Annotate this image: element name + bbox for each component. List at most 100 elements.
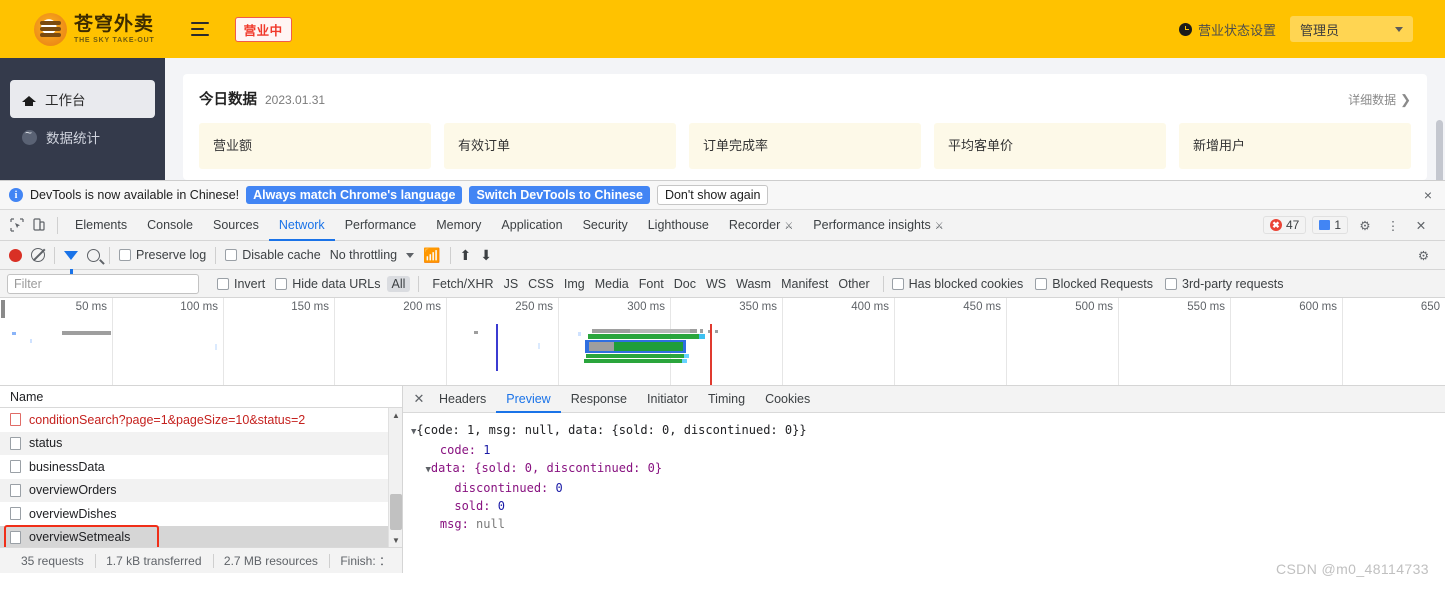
stat-avg-price: 平均客单价 bbox=[934, 123, 1166, 169]
close-devtools-icon[interactable]: ✕ bbox=[1410, 214, 1432, 236]
request-detail-panel: ✕ Headers Preview Response Initiator Tim… bbox=[403, 386, 1445, 573]
request-list-scrollbar[interactable]: ▲ ▼ bbox=[388, 408, 402, 547]
disable-cache-checkbox[interactable]: Disable cache bbox=[225, 248, 321, 262]
tab-timing[interactable]: Timing bbox=[698, 386, 755, 413]
app-body: 工作台 数据统计 今日数据 2023.01.31 详细数据 ❯ 营业额 bbox=[0, 58, 1445, 180]
devtools-tabbar: Elements Console Sources Network Perform… bbox=[0, 210, 1445, 241]
tab-sources[interactable]: Sources bbox=[203, 210, 269, 241]
filter-type-all[interactable]: All bbox=[386, 275, 411, 292]
network-overview-timeline[interactable]: 50 ms 100 ms 150 ms 200 ms 250 ms 300 ms… bbox=[0, 298, 1445, 386]
scrollbar-thumb[interactable] bbox=[390, 494, 402, 530]
infobar-close-icon[interactable]: × bbox=[1424, 187, 1436, 203]
export-har-icon[interactable]: ⬇ bbox=[480, 247, 492, 264]
disable-cache-label: Disable cache bbox=[242, 248, 321, 262]
filter-input[interactable] bbox=[7, 273, 199, 294]
request-rows: conditionSearch?page=1&pageSize=10&statu… bbox=[0, 408, 402, 547]
clear-icon[interactable] bbox=[31, 248, 45, 262]
tab-console[interactable]: Console bbox=[137, 210, 203, 241]
network-settings-gear-icon[interactable]: ⚙ bbox=[1414, 244, 1436, 266]
json-line-code: code: 1 bbox=[411, 441, 1445, 459]
table-row[interactable]: conditionSearch?page=1&pageSize=10&statu… bbox=[0, 408, 402, 432]
more-options-icon[interactable]: ⋮ bbox=[1382, 214, 1404, 236]
filter-type-other[interactable]: Other bbox=[833, 276, 874, 292]
clock-icon bbox=[1178, 22, 1192, 36]
search-icon[interactable] bbox=[87, 248, 100, 262]
inspect-element-icon[interactable] bbox=[6, 214, 28, 236]
tab-cookies[interactable]: Cookies bbox=[755, 386, 820, 413]
tab-application[interactable]: Application bbox=[491, 210, 572, 241]
network-conditions-icon[interactable]: 📶 bbox=[423, 247, 440, 264]
message-count-badge[interactable]: 1 bbox=[1312, 216, 1348, 234]
filter-type-fetch-xhr[interactable]: Fetch/XHR bbox=[427, 276, 498, 292]
filter-type-font[interactable]: Font bbox=[634, 276, 669, 292]
dont-show-again-button[interactable]: Don't show again bbox=[656, 185, 769, 205]
app-page-scrollbar[interactable] bbox=[1436, 120, 1443, 180]
detail-data-link[interactable]: 详细数据 ❯ bbox=[1348, 91, 1411, 108]
experiment-flask-icon: ⚔ bbox=[934, 220, 944, 232]
tab-performance[interactable]: Performance bbox=[335, 210, 427, 241]
sidebar-item-workbench[interactable]: 工作台 bbox=[10, 80, 155, 118]
switch-devtools-language-button[interactable]: Switch DevTools to Chinese bbox=[469, 186, 650, 204]
json-root-line[interactable]: ▼{code: 1, msg: null, data: {sold: 0, di… bbox=[411, 421, 1445, 441]
filter-type-media[interactable]: Media bbox=[590, 276, 634, 292]
tab-security[interactable]: Security bbox=[573, 210, 638, 241]
tab-initiator[interactable]: Initiator bbox=[637, 386, 698, 413]
table-row[interactable]: overviewOrders bbox=[0, 478, 402, 502]
tab-memory[interactable]: Memory bbox=[426, 210, 491, 241]
document-icon bbox=[10, 530, 21, 544]
invert-checkbox[interactable]: Invert bbox=[217, 277, 265, 291]
filter-type-css[interactable]: CSS bbox=[523, 276, 559, 292]
chevron-down-icon[interactable] bbox=[406, 252, 415, 258]
hide-data-urls-checkbox[interactable]: Hide data URLs bbox=[275, 277, 381, 291]
user-role-dropdown[interactable]: 管理员 bbox=[1290, 16, 1413, 42]
filter-type-img[interactable]: Img bbox=[559, 276, 590, 292]
json-root-summary: {code: 1, msg: null, data: {sold: 0, dis… bbox=[416, 423, 807, 437]
sidebar-item-statistics[interactable]: 数据统计 bbox=[0, 118, 165, 156]
devtools-panel: i DevTools is now available in Chinese! … bbox=[0, 180, 1445, 603]
always-match-language-button[interactable]: Always match Chrome's language bbox=[246, 186, 463, 204]
request-name: overviewOrders bbox=[29, 483, 117, 498]
business-status-setting-button[interactable]: 营业状态设置 bbox=[1178, 20, 1276, 39]
tab-performance-insights[interactable]: Performance insights ⚔ bbox=[803, 210, 953, 241]
tab-response[interactable]: Response bbox=[561, 386, 637, 413]
chevron-right-icon: ❯ bbox=[1400, 91, 1411, 107]
chart-icon bbox=[22, 126, 37, 145]
json-line-data[interactable]: ▼data: {sold: 0, discontinued: 0} bbox=[411, 459, 1445, 479]
request-name: status bbox=[29, 436, 63, 451]
scroll-down-icon[interactable]: ▼ bbox=[389, 533, 403, 547]
import-har-icon[interactable]: ⬆ bbox=[460, 247, 472, 264]
tab-lighthouse[interactable]: Lighthouse bbox=[638, 210, 719, 241]
tab-preview[interactable]: Preview bbox=[496, 386, 560, 413]
close-detail-icon[interactable]: ✕ bbox=[409, 391, 429, 407]
filter-funnel-icon[interactable] bbox=[64, 250, 78, 274]
menu-toggle-icon[interactable] bbox=[190, 22, 209, 36]
scroll-up-icon[interactable]: ▲ bbox=[389, 408, 403, 422]
request-list-header[interactable]: Name bbox=[0, 386, 402, 408]
table-row[interactable]: status bbox=[0, 431, 402, 455]
tab-headers[interactable]: Headers bbox=[429, 386, 496, 413]
table-row-selected[interactable]: overviewSetmeals bbox=[0, 525, 402, 547]
third-party-requests-checkbox[interactable]: 3rd-party requests bbox=[1165, 277, 1283, 291]
record-button[interactable] bbox=[9, 248, 22, 262]
tab-recorder[interactable]: Recorder ⚔ bbox=[719, 210, 803, 241]
error-count-badge[interactable]: ✖ 47 bbox=[1262, 216, 1307, 234]
settings-gear-icon[interactable]: ⚙ bbox=[1354, 214, 1376, 236]
filter-type-wasm[interactable]: Wasm bbox=[731, 276, 776, 292]
third-party-requests-label: 3rd-party requests bbox=[1182, 276, 1284, 291]
tab-elements[interactable]: Elements bbox=[65, 210, 137, 241]
checkbox-box bbox=[217, 277, 229, 290]
filter-type-js[interactable]: JS bbox=[499, 276, 524, 292]
tab-network[interactable]: Network bbox=[269, 210, 335, 241]
table-row[interactable]: businessData bbox=[0, 455, 402, 479]
filter-type-ws[interactable]: WS bbox=[701, 276, 731, 292]
app-logo[interactable]: 苍穹外卖 THE SKY TAKE-OUT bbox=[34, 12, 155, 46]
filter-type-doc[interactable]: Doc bbox=[669, 276, 701, 292]
preserve-log-checkbox[interactable]: Preserve log bbox=[119, 248, 206, 262]
device-toolbar-icon[interactable] bbox=[28, 214, 50, 236]
blocked-requests-checkbox[interactable]: Blocked Requests bbox=[1035, 277, 1153, 291]
has-blocked-cookies-checkbox[interactable]: Has blocked cookies bbox=[891, 277, 1023, 291]
throttling-select-label[interactable]: No throttling bbox=[330, 248, 397, 262]
toolbar-divider bbox=[215, 246, 217, 264]
filter-type-manifest[interactable]: Manifest bbox=[776, 276, 833, 292]
table-row[interactable]: overviewDishes bbox=[0, 502, 402, 526]
